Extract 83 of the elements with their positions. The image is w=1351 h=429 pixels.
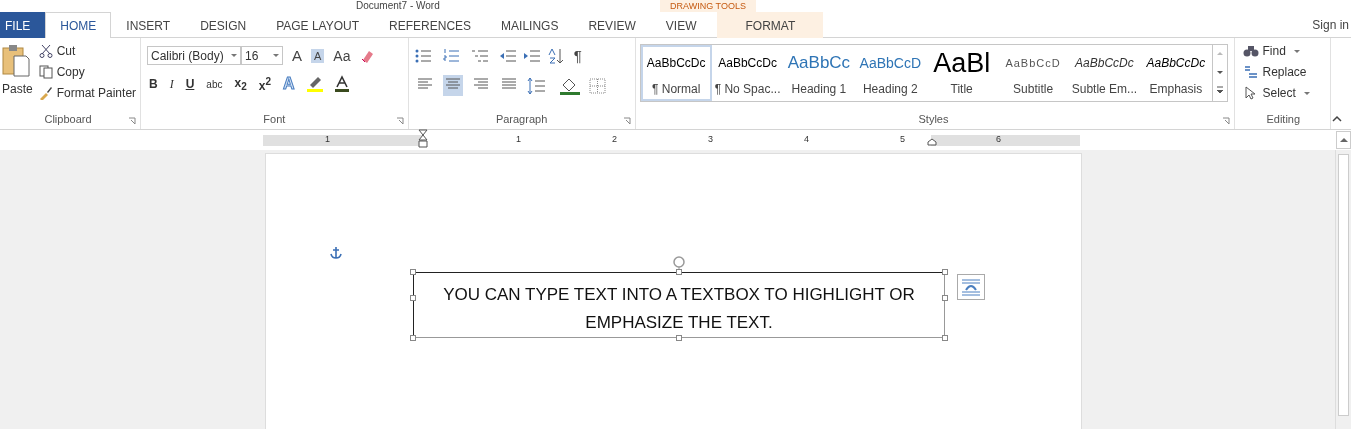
format-button[interactable]: x$^{2}$: [256, 75, 273, 93]
resize-handle[interactable]: [676, 269, 682, 275]
change-case-button[interactable]: Aa: [330, 46, 354, 65]
borders-icon: [588, 77, 607, 94]
ribbon-tab[interactable]: PAGE LAYOUT: [261, 12, 375, 38]
decrease-indent-icon: [498, 47, 517, 64]
format-painter-button[interactable]: Format Painter: [38, 84, 137, 102]
font-name-field[interactable]: Calibri (Body): [147, 46, 241, 65]
ribbon-tab[interactable]: FILE: [0, 12, 46, 38]
style-item[interactable]: AaBbCcDc ¶ Normal: [640, 45, 712, 101]
scrollbar-thumb[interactable]: [1338, 154, 1349, 416]
resize-handle[interactable]: [942, 335, 948, 341]
ribbon-tab[interactable]: DESIGN: [185, 12, 262, 38]
ribbon-tab[interactable]: VIEW: [650, 12, 712, 38]
ruler-number: 1: [325, 133, 330, 144]
resize-handle[interactable]: [942, 295, 948, 301]
anchor-icon: [330, 246, 342, 259]
format-button[interactable]: U: [183, 77, 197, 91]
ruler-number: 6: [996, 133, 1001, 144]
group-label: Styles: [918, 113, 949, 125]
ribbon-tab[interactable]: HOME: [45, 12, 112, 38]
group-label: Font: [263, 113, 286, 125]
paint-bucket-icon: [558, 76, 581, 95]
ruler-number: 5: [900, 133, 905, 144]
align-lines-icon: [473, 78, 488, 90]
resize-handle[interactable]: [942, 269, 948, 275]
dialog-launcher-icon: [395, 117, 404, 125]
copy-button[interactable]: Copy: [38, 63, 137, 81]
resize-handle[interactable]: [410, 335, 416, 341]
group-label: Paragraph: [495, 113, 548, 125]
binoculars-icon: [1242, 44, 1259, 58]
replace-button[interactable]: Replace: [1242, 63, 1325, 81]
sign-in-link[interactable]: Sign in: [1312, 17, 1349, 32]
show-marks-button[interactable]: ¶: [570, 46, 585, 65]
layout-options-icon[interactable]: [957, 274, 985, 300]
ribbon-tab[interactable]: FORMAT: [717, 12, 824, 38]
ruler-number: 2: [612, 133, 617, 144]
find-button[interactable]: Find: [1242, 42, 1325, 60]
collapse-ribbon-icon[interactable]: [1331, 113, 1343, 123]
scissors-icon: [38, 44, 53, 58]
context-group-label: DRAWING TOOLS: [660, 0, 756, 12]
replace-icon: [1242, 65, 1259, 79]
copy-icon: [38, 65, 53, 79]
grow-font-button[interactable]: A: [289, 46, 305, 65]
align-lines-icon: [501, 78, 516, 90]
font-size-field[interactable]: 16: [241, 46, 283, 65]
dialog-launcher-icon: [1221, 117, 1230, 125]
highlighter-icon: [304, 75, 325, 93]
align-lines-icon: [417, 78, 432, 90]
ruler-number: 1: [516, 133, 521, 144]
font-color-icon: [332, 75, 351, 93]
select-button[interactable]: Select: [1242, 84, 1325, 102]
group-label: Editing: [1266, 113, 1301, 125]
paintbrush-icon: [38, 86, 53, 100]
right-indent-marker-icon[interactable]: [927, 137, 937, 146]
cut-button[interactable]: Cut: [38, 42, 137, 60]
group-label: Clipboard: [44, 113, 92, 125]
ribbon-tab[interactable]: REVIEW: [573, 12, 651, 38]
format-button[interactable]: B: [147, 77, 160, 91]
text-box-text: YOU CAN TYPE TEXT INTO A TEXTBOX TO HIGHLIGHT OR EMPHASIZE THE TEXT.: [442, 284, 916, 334]
increase-indent-icon: [522, 47, 541, 64]
align-button[interactable]: [442, 75, 463, 96]
format-button[interactable]: abc: [204, 78, 225, 90]
resize-handle[interactable]: [676, 335, 682, 341]
ruler-number: 3: [708, 133, 713, 144]
paste-button[interactable]: Paste: [2, 42, 33, 98]
dialog-launcher-icon: [128, 117, 136, 125]
indent-marker-icon[interactable]: [418, 128, 428, 149]
align-lines-icon: [445, 78, 460, 90]
resize-handle[interactable]: [410, 295, 416, 301]
rotate-handle-icon[interactable]: [671, 255, 687, 271]
window-title: Document7 - Word: [356, 0, 440, 12]
sort-icon: [546, 46, 565, 65]
resize-handle[interactable]: [410, 269, 416, 275]
dialog-launcher-icon: [622, 117, 631, 125]
ribbon-tab[interactable]: INSERT: [111, 12, 186, 38]
shrink-font-button[interactable]: A: [311, 48, 325, 63]
format-button[interactable]: I: [167, 76, 176, 92]
ribbon-tab[interactable]: MAILINGS: [486, 12, 574, 38]
ribbon-tab[interactable]: REFERENCES: [374, 12, 487, 38]
text-box[interactable]: YOU CAN TYPE TEXT INTO A TEXTBOX TO HIGHLIGHT OR EMPHASIZE THE TEXT.: [413, 272, 945, 338]
ruler-number: 4: [804, 133, 809, 144]
format-button[interactable]: x$_{2}$: [232, 75, 249, 93]
